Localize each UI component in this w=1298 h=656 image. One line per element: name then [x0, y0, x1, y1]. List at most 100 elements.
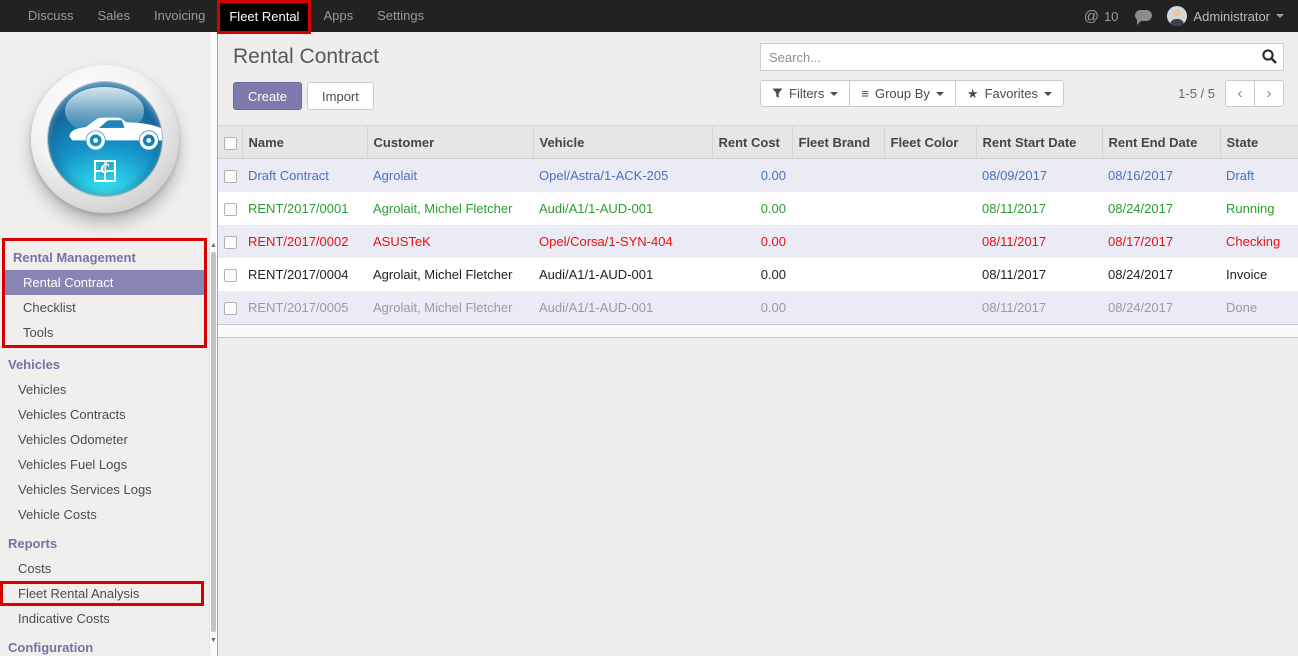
pager-next-button[interactable]: › [1254, 80, 1284, 107]
cell-customer: ASUSTeK [367, 225, 533, 258]
fleet-rental-logo-orb: ¢ [31, 65, 179, 213]
cell-rent-end-date: 08/17/2017 [1102, 225, 1220, 258]
cell-rent-end-date: 08/24/2017 [1102, 192, 1220, 225]
cell-rent-start-date: 08/09/2017 [976, 159, 1102, 192]
topbar-right: @ 10 Administrator [1078, 6, 1298, 26]
table-row[interactable]: Draft ContractAgrolaitOpel/Astra/1-ACK-2… [218, 159, 1298, 192]
sidebar-section-title: Rental Management [5, 241, 204, 270]
column-header-name[interactable]: Name [242, 126, 367, 159]
scrollbar-thumb[interactable] [211, 252, 216, 632]
favorites-button[interactable]: ★ Favorites [955, 80, 1064, 107]
sidebar-item-tools[interactable]: Tools [5, 320, 204, 345]
sidebar-scrollbar[interactable]: ▲ ▼ [209, 32, 218, 656]
sidebar-item-vehicle-costs[interactable]: Vehicle Costs [0, 502, 209, 527]
sidebar-section-configuration: ConfigurationVehicle Status [0, 631, 209, 656]
search-icon[interactable] [1261, 48, 1278, 65]
nav-item-sales[interactable]: Sales [86, 0, 143, 32]
cell-rent-cost: 0.00 [712, 225, 792, 258]
star-icon: ★ [967, 86, 979, 102]
row-checkbox[interactable] [224, 203, 237, 216]
mention-at-icon: @ [1084, 8, 1099, 25]
cell-customer: Agrolait, Michel Fletcher [367, 192, 533, 225]
sidebar-item-fleet-rental-analysis[interactable]: Fleet Rental Analysis [0, 581, 204, 606]
sidebar-item-vehicles-odometer[interactable]: Vehicles Odometer [0, 427, 209, 452]
cell-rent-start-date: 08/11/2017 [976, 291, 1102, 324]
import-button[interactable]: Import [307, 82, 374, 110]
column-header-rent-end-date[interactable]: Rent End Date [1102, 126, 1220, 159]
row-checkbox[interactable] [224, 170, 237, 183]
chat-bubble-icon[interactable] [1135, 10, 1152, 21]
table-row[interactable]: RENT/2017/0005Agrolait, Michel FletcherA… [218, 291, 1298, 324]
nav-item-settings[interactable]: Settings [365, 0, 436, 32]
cell-customer: Agrolait, Michel Fletcher [367, 291, 533, 324]
table-row[interactable]: RENT/2017/0002ASUSTeKOpel/Corsa/1-SYN-40… [218, 225, 1298, 258]
cell-fleet-brand [792, 192, 884, 225]
pager-previous-button[interactable]: ‹ [1225, 80, 1255, 107]
column-header-fleet-color[interactable]: Fleet Color [884, 126, 976, 159]
cell-vehicle: Audi/A1/1-AUD-001 [533, 258, 712, 291]
cell-rent-end-date: 08/24/2017 [1102, 291, 1220, 324]
scroll-up-icon[interactable]: ▲ [210, 242, 217, 249]
cell-fleet-color [884, 291, 976, 324]
cell-fleet-color [884, 225, 976, 258]
mention-count-badge: 10 [1104, 9, 1118, 24]
sidebar-item-costs[interactable]: Costs [0, 556, 209, 581]
filter-funnel-icon [772, 88, 783, 99]
group-by-button[interactable]: ≡ Group By [849, 80, 956, 107]
pager-range: 1-5 / 5 [1178, 86, 1215, 101]
table-row[interactable]: RENT/2017/0004Agrolait, Michel FletcherA… [218, 258, 1298, 291]
cell-rent-end-date: 08/24/2017 [1102, 258, 1220, 291]
group-by-bars-icon: ≡ [861, 86, 869, 101]
filters-button[interactable]: Filters [760, 80, 850, 107]
cell-fleet-brand [792, 159, 884, 192]
sidebar-item-vehicles-services-logs[interactable]: Vehicles Services Logs [0, 477, 209, 502]
sidebar-section-title: Vehicles [0, 348, 209, 377]
sidebar-section-rental-management: Rental ManagementRental ContractChecklis… [2, 238, 207, 348]
create-button[interactable]: Create [233, 82, 302, 110]
table-body: Draft ContractAgrolaitOpel/Astra/1-ACK-2… [218, 159, 1298, 324]
top-navigation-bar: DiscussSalesInvoicingFleet RentalAppsSet… [0, 0, 1298, 32]
cell-name: RENT/2017/0004 [242, 258, 367, 291]
cell-fleet-color [884, 192, 976, 225]
sidebar-item-rental-contract[interactable]: Rental Contract [5, 270, 204, 295]
cell-rent-start-date: 08/11/2017 [976, 258, 1102, 291]
sidebar-item-checklist[interactable]: Checklist [5, 295, 204, 320]
column-header-state[interactable]: State [1220, 126, 1298, 159]
column-header-vehicle[interactable]: Vehicle [533, 126, 712, 159]
select-all-checkbox[interactable] [224, 137, 237, 150]
content-area: Rental Contract Create Import [218, 32, 1298, 656]
sidebar-section-title: Reports [0, 527, 209, 556]
nav-item-invoicing[interactable]: Invoicing [142, 0, 217, 32]
cell-state: Done [1220, 291, 1298, 324]
cell-name: RENT/2017/0005 [242, 291, 367, 324]
sidebar-item-vehicles[interactable]: Vehicles [0, 377, 209, 402]
cell-fleet-color [884, 159, 976, 192]
mentions-button[interactable]: @ 10 [1078, 8, 1125, 25]
user-menu[interactable]: Administrator [1167, 6, 1284, 26]
row-checkbox[interactable] [224, 236, 237, 249]
chevron-down-icon [1276, 14, 1284, 22]
rental-contract-list: NameCustomerVehicleRent CostFleet BrandF… [218, 125, 1298, 338]
column-header-customer[interactable]: Customer [367, 126, 533, 159]
nav-item-apps[interactable]: Apps [311, 0, 365, 32]
column-header-rent-start-date[interactable]: Rent Start Date [976, 126, 1102, 159]
sidebar-item-vehicles-contracts[interactable]: Vehicles Contracts [0, 402, 209, 427]
table-row[interactable]: RENT/2017/0001Agrolait, Michel FletcherA… [218, 192, 1298, 225]
sidebar-item-vehicles-fuel-logs[interactable]: Vehicles Fuel Logs [0, 452, 209, 477]
row-checkbox[interactable] [224, 302, 237, 315]
nav-item-fleet-rental[interactable]: Fleet Rental [217, 0, 311, 34]
cell-fleet-brand [792, 258, 884, 291]
scroll-down-icon[interactable]: ▼ [210, 637, 217, 644]
cell-rent-start-date: 08/11/2017 [976, 225, 1102, 258]
cell-fleet-brand [792, 225, 884, 258]
cell-fleet-color [884, 258, 976, 291]
cell-vehicle: Audi/A1/1-AUD-001 [533, 291, 712, 324]
cell-rent-cost: 0.00 [712, 159, 792, 192]
cell-rent-cost: 0.00 [712, 192, 792, 225]
sidebar-item-indicative-costs[interactable]: Indicative Costs [0, 606, 209, 631]
search-input[interactable] [760, 43, 1284, 71]
column-header-fleet-brand[interactable]: Fleet Brand [792, 126, 884, 159]
row-checkbox[interactable] [224, 269, 237, 282]
column-header-rent-cost[interactable]: Rent Cost [712, 126, 792, 159]
nav-item-discuss[interactable]: Discuss [16, 0, 86, 32]
